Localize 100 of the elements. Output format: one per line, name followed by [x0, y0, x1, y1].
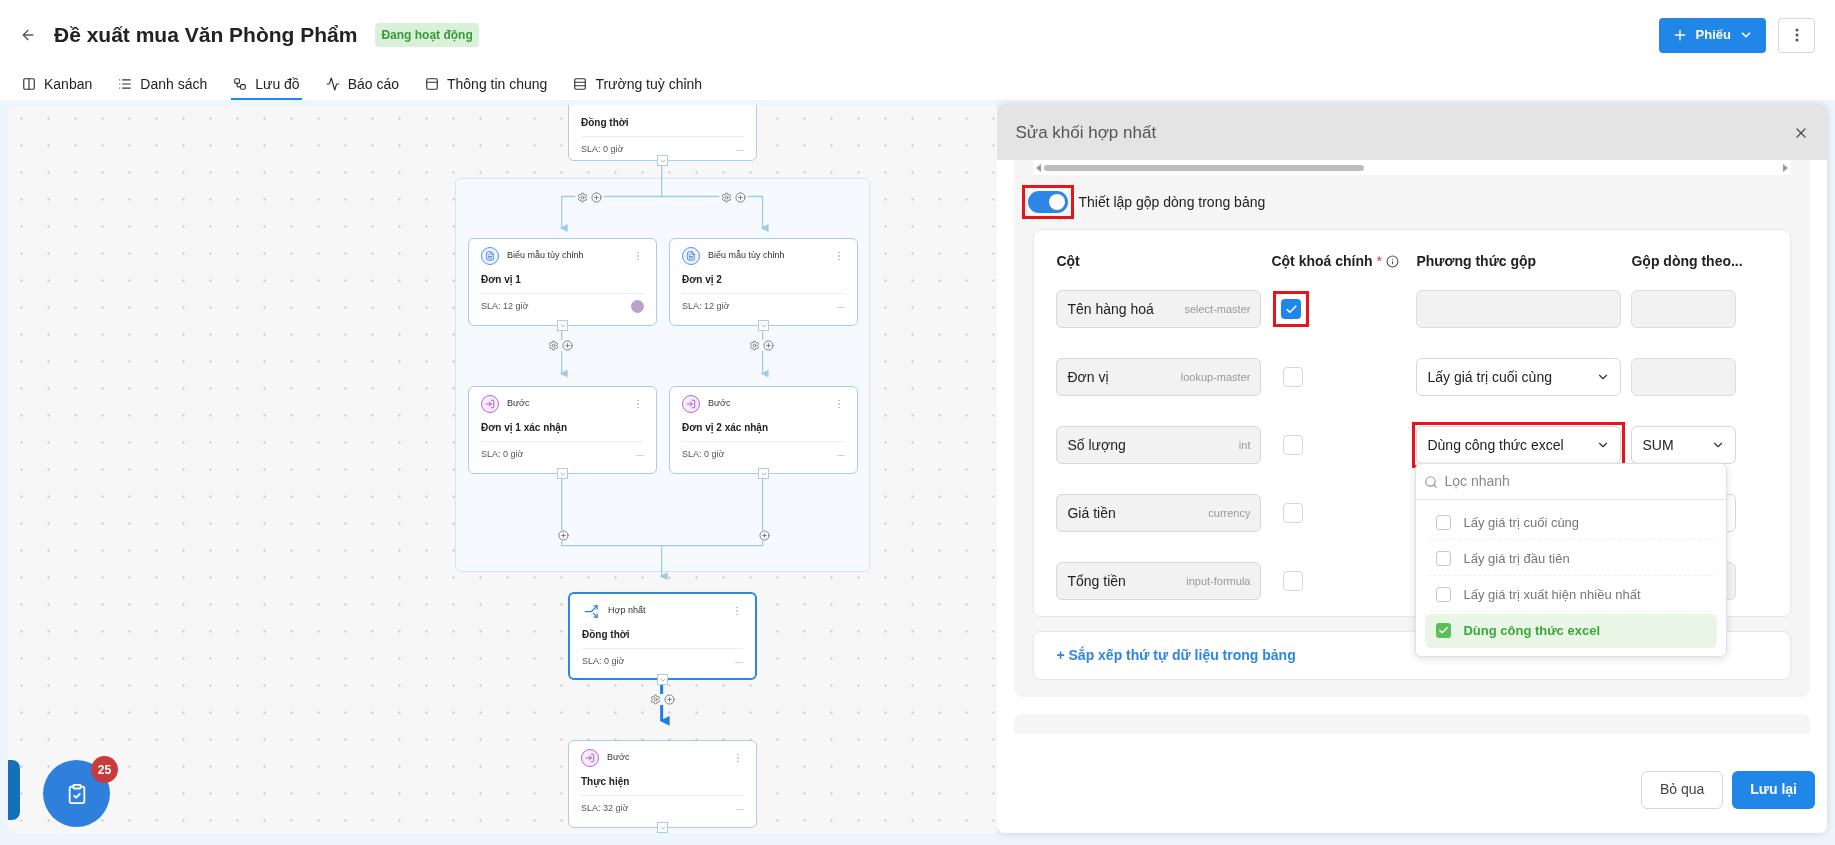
option-checkbox — [1436, 515, 1452, 530]
notification-badge: 25 — [91, 756, 118, 783]
view-tab[interactable]: Danh sách — [116, 70, 210, 100]
sla-text: SLA: 0 giờ — [481, 448, 524, 461]
settings-icon[interactable] — [721, 192, 732, 203]
add-icon[interactable] — [591, 192, 602, 203]
assignee-text: — — [736, 143, 744, 156]
checkbox[interactable] — [1283, 571, 1304, 591]
add-icon[interactable] — [664, 694, 675, 705]
column-field: Tổng tiền input-formula — [1056, 562, 1262, 600]
column-header: Cột khoá chính — [1271, 251, 1373, 271]
node-type: Biểu mẫu tùy chỉnh — [708, 249, 785, 263]
collapse-toggle[interactable] — [557, 320, 568, 331]
node-title: Đơn vị 2 — [682, 273, 723, 287]
settings-icon[interactable] — [749, 340, 760, 351]
view-tab[interactable]: Thông tin chung — [423, 70, 550, 100]
flow-node[interactable]: Đồng thời SLA: 0 giờ — — [568, 105, 757, 161]
field-type: select-master — [1184, 301, 1251, 317]
cancel-button[interactable]: Bỏ qua — [1640, 770, 1724, 809]
back-icon[interactable] — [20, 27, 36, 43]
flow-node[interactable]: Bước Đơn vị 1 xác nhận SLA: 0 giờ — — [468, 386, 657, 474]
toggle-label: Thiết lập gộp dòng trong bảng — [1078, 192, 1266, 212]
view-tab[interactable]: Trường tuỳ chỉnh — [571, 70, 705, 100]
flow-node[interactable]: Bước Thực hiện SLA: 32 giờ — — [568, 740, 757, 828]
field-type: int — [1238, 437, 1251, 453]
select-field[interactable]: Lấy giá trị cuối cùng — [1416, 358, 1622, 396]
checkbox[interactable] — [1283, 435, 1304, 455]
assignee-text: — — [837, 300, 845, 313]
node-title: Thực hiện — [581, 775, 631, 789]
assignee-text: — — [837, 448, 845, 461]
save-button[interactable]: Lưu lại — [1732, 770, 1815, 809]
dropdown-option[interactable]: Lấy giá trị cuối cùng — [1425, 506, 1718, 540]
step-icon — [581, 749, 599, 767]
dropdown-option[interactable]: Lấy giá trị đầu tiên — [1425, 542, 1718, 576]
tab-icon — [22, 77, 36, 91]
checkbox[interactable] — [1281, 299, 1302, 319]
checkbox[interactable] — [1283, 367, 1304, 387]
new-ticket-button[interactable]: Phiếu — [1658, 17, 1766, 53]
checkbox[interactable] — [1283, 503, 1304, 523]
collapse-toggle[interactable] — [657, 155, 668, 166]
column-header: Cột — [1056, 251, 1080, 271]
search-icon — [1424, 474, 1439, 489]
field-type: lookup-master — [1180, 369, 1251, 385]
sla-text: SLA: 12 giờ — [682, 300, 730, 313]
step-icon — [481, 395, 499, 413]
sort-link[interactable]: + Sắp xếp thứ tự dữ liệu trong bảng — [1056, 645, 1296, 666]
option-checkbox — [1436, 587, 1452, 602]
settings-icon[interactable] — [548, 340, 559, 351]
select-field[interactable]: Dùng công thức excel — [1416, 426, 1622, 464]
column-field: Tên hàng hoá select-master — [1056, 290, 1262, 328]
status-badge: Đang hoạt động — [375, 23, 479, 47]
view-tab[interactable]: Kanban — [20, 70, 95, 100]
tab-icon — [573, 77, 588, 91]
filter-field[interactable]: Lọc nhanh — [1444, 471, 1719, 492]
node-title: Đồng thời — [582, 628, 631, 642]
flow-node[interactable]: Hợp nhất Đồng thời SLA: 0 giờ — — [568, 592, 757, 680]
node-title: Đơn vị 1 — [481, 273, 522, 287]
sla-text: SLA: 0 giờ — [581, 143, 624, 156]
collapse-toggle[interactable] — [657, 822, 668, 833]
tab-icon — [425, 77, 439, 91]
info-icon[interactable] — [1386, 254, 1400, 268]
assignee-text: — — [636, 448, 644, 461]
assignee-text: — — [736, 802, 744, 815]
node-type: Biểu mẫu tùy chỉnh — [507, 249, 584, 263]
flow-node[interactable]: Biểu mẫu tùy chỉnh Đơn vị 1 SLA: 12 giờ — [468, 238, 657, 326]
column-field: Giá tiền currency — [1056, 494, 1262, 532]
node-type: Bước — [708, 397, 731, 411]
flow-node[interactable]: Bước Đơn vị 2 xác nhận SLA: 0 giờ — — [669, 386, 858, 474]
node-title: Đơn vị 1 xác nhận — [481, 421, 569, 435]
sla-text: SLA: 0 giờ — [582, 655, 625, 668]
add-icon[interactable] — [558, 530, 569, 541]
more-button[interactable] — [1778, 17, 1815, 53]
collapse-toggle[interactable] — [657, 674, 668, 685]
column-field: Đơn vị lookup-master — [1056, 358, 1262, 396]
tab-icon — [118, 77, 133, 91]
flow-node[interactable]: Biểu mẫu tùy chỉnh Đơn vị 2 SLA: 12 giờ — — [669, 238, 858, 326]
collapse-toggle[interactable] — [758, 468, 769, 479]
view-tab[interactable]: Báo cáo — [323, 70, 401, 100]
collapse-toggle[interactable] — [557, 468, 568, 479]
toggle-switch[interactable] — [1028, 191, 1069, 213]
add-icon[interactable] — [759, 530, 770, 541]
node-title: Đồng thời — [581, 116, 630, 130]
sla-text: SLA: 0 giờ — [682, 448, 725, 461]
sla-text: SLA: 12 giờ — [481, 300, 529, 313]
settings-icon[interactable] — [577, 192, 588, 203]
collapse-toggle[interactable] — [758, 320, 769, 331]
select-field[interactable]: SUM — [1631, 426, 1737, 464]
field-type: currency — [1208, 505, 1251, 521]
add-icon[interactable] — [735, 192, 746, 203]
node-type: Hợp nhất — [608, 604, 646, 618]
horizontal-scrollbar[interactable] — [1033, 160, 1791, 175]
dropdown-option[interactable]: Lấy giá trị xuất hiện nhiều nhất — [1425, 578, 1718, 612]
add-icon[interactable] — [562, 340, 573, 351]
add-icon[interactable] — [763, 340, 774, 351]
sla-text: SLA: 32 giờ — [581, 802, 629, 815]
step-icon — [682, 395, 700, 413]
required-mark: * — [1376, 251, 1383, 271]
settings-icon[interactable] — [650, 694, 661, 705]
node-type: Bước — [607, 751, 630, 765]
check-icon — [1284, 302, 1298, 316]
